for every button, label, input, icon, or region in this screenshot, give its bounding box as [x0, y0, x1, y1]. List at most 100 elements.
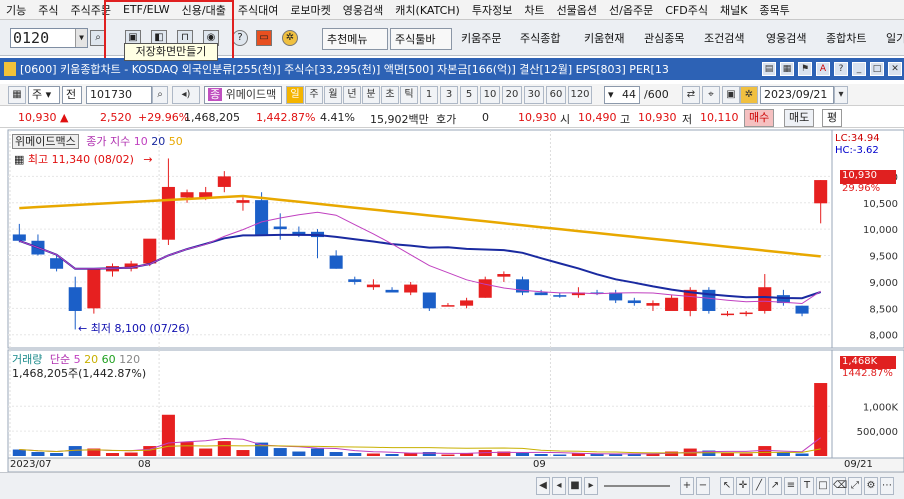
speaker-icon[interactable]: ◂): [172, 86, 200, 104]
toolbar-button[interactable]: 키움주문: [457, 28, 511, 50]
toolbar-button[interactable]: 조건검색: [700, 28, 756, 50]
monitor-icon[interactable]: ▭: [256, 30, 272, 46]
interval-button[interactable]: 5: [460, 86, 478, 104]
volume-bar: [739, 453, 753, 456]
menu-item[interactable]: 종목투: [753, 2, 795, 18]
calendar-icon[interactable]: ▾: [834, 86, 848, 104]
interval-button[interactable]: 60: [546, 86, 566, 104]
period-tab[interactable]: 초: [381, 86, 399, 104]
period-tab[interactable]: 분: [362, 86, 380, 104]
x-label-last: 09/21: [844, 459, 873, 470]
menu-item[interactable]: CFD주식: [659, 2, 714, 18]
list-icon[interactable]: ▦: [8, 86, 26, 104]
grid-icon: ▦: [14, 153, 25, 166]
legend-stock-name[interactable]: 위메이드맥스: [12, 134, 79, 149]
interval-button[interactable]: 3: [440, 86, 458, 104]
close-button[interactable]: ✕: [888, 62, 902, 76]
eval-button[interactable]: 평: [822, 109, 843, 127]
menu-item[interactable]: 기능: [0, 2, 32, 18]
interval-button[interactable]: 120: [568, 86, 592, 104]
market-select[interactable]: 주 ▾: [28, 86, 60, 104]
maximize-button[interactable]: □: [870, 62, 884, 76]
period-tab[interactable]: 주: [305, 86, 323, 104]
minimize-button[interactable]: _: [852, 62, 866, 76]
menu-item[interactable]: 선물옵션: [551, 2, 603, 18]
date-input[interactable]: 2023/09/21: [760, 86, 834, 104]
flag-icon[interactable]: ⚑: [798, 62, 812, 76]
toolbar-button[interactable]: 키움현재: [580, 28, 636, 50]
play-icon[interactable]: ▸: [584, 477, 598, 495]
menu-item[interactable]: 로보마켓: [284, 2, 336, 18]
text-icon[interactable]: A: [816, 62, 830, 76]
expand-icon[interactable]: ⤢: [848, 477, 862, 495]
toolbar-button[interactable]: 일기: [882, 28, 904, 50]
legend-ma-label: 종가 지수: [86, 135, 131, 148]
candle-body: [161, 186, 175, 240]
cursor-icon[interactable]: ↖: [720, 477, 734, 495]
help-icon[interactable]: ?: [232, 30, 248, 46]
menu-item[interactable]: 채널K: [714, 2, 753, 18]
gear-icon[interactable]: ✲: [282, 30, 298, 46]
period-tab[interactable]: 틱: [400, 86, 418, 104]
layout-icon[interactable]: ▤: [762, 62, 776, 76]
candle-body: [422, 292, 436, 309]
sell-button[interactable]: 매도: [784, 109, 815, 127]
low-note: ← 최저 8,100 (07/26): [78, 320, 190, 336]
more-icon[interactable]: ⋯: [880, 477, 894, 495]
buy-button[interactable]: 매수: [744, 109, 775, 127]
screen-code-input[interactable]: 0120 ▼: [10, 28, 88, 48]
toolbar-button[interactable]: 관심종목: [640, 28, 696, 50]
menu-item[interactable]: 차트: [518, 2, 550, 18]
period-tab[interactable]: 일: [286, 86, 304, 104]
candle-body: [329, 255, 343, 269]
volume-tick-label: 1,000K: [863, 402, 899, 413]
period-tab[interactable]: 년: [343, 86, 361, 104]
shape-tool-icon[interactable]: □: [816, 477, 830, 495]
toolbar-button[interactable]: 주식툴바: [390, 28, 452, 50]
erase-tool-icon[interactable]: ⌫: [832, 477, 847, 495]
save-icon[interactable]: ▣: [722, 86, 740, 104]
tile-icon[interactable]: ▦: [780, 62, 794, 76]
volume-bar: [720, 453, 735, 456]
fib-tool-icon[interactable]: ≡: [784, 477, 798, 495]
stop-icon[interactable]: ■: [568, 477, 582, 495]
interval-button[interactable]: 10: [480, 86, 500, 104]
trend-tool-icon[interactable]: ↗: [768, 477, 782, 495]
zoom-in-icon[interactable]: +: [680, 477, 694, 495]
play-back-icon[interactable]: ◂: [552, 477, 566, 495]
help-button[interactable]: ?: [834, 62, 848, 76]
line-tool-icon[interactable]: ╱: [752, 477, 766, 495]
menu-item[interactable]: 영웅검색: [337, 2, 389, 18]
gear-icon[interactable]: ✲: [740, 86, 758, 104]
rewind-icon[interactable]: ◀: [536, 477, 550, 495]
scroll-track[interactable]: [604, 485, 670, 487]
menu-item[interactable]: 캐치(KATCH): [389, 2, 466, 18]
text-tool-icon[interactable]: T: [800, 477, 814, 495]
tool-icon[interactable]: ⇄: [682, 86, 700, 104]
menu-item[interactable]: 선/옵주문: [603, 2, 659, 18]
search-icon[interactable]: ⌕: [152, 86, 168, 104]
interval-button[interactable]: 30: [524, 86, 544, 104]
volume-bar: [31, 452, 45, 456]
chevron-down-icon[interactable]: ▼: [75, 29, 87, 47]
zoom-out-icon[interactable]: −: [696, 477, 710, 495]
candle-body: [739, 312, 753, 315]
menu-item[interactable]: 주식: [32, 2, 64, 18]
ruler-icon[interactable]: ⌖: [702, 86, 720, 104]
menu-item[interactable]: 주식대여: [232, 2, 284, 18]
crosshair-icon[interactable]: ✛: [736, 477, 750, 495]
type-select[interactable]: 전: [62, 86, 82, 104]
interval-button[interactable]: 20: [502, 86, 522, 104]
volume-bar: [441, 454, 455, 456]
stock-code-input[interactable]: 101730: [86, 86, 152, 104]
toolbar-button[interactable]: 영웅검색: [762, 28, 818, 50]
volume-tick-label: 500,000: [857, 427, 898, 438]
settings-icon[interactable]: ⚙: [864, 477, 878, 495]
toolbar-button[interactable]: 종합차트: [822, 28, 878, 50]
toolbar-button[interactable]: 추천메뉴: [322, 28, 388, 50]
candle-body: [385, 289, 399, 293]
period-tab[interactable]: 월: [324, 86, 342, 104]
menu-item[interactable]: 투자정보: [466, 2, 518, 18]
interval-button[interactable]: 1: [420, 86, 438, 104]
toolbar-button[interactable]: 주식종합: [516, 28, 576, 50]
